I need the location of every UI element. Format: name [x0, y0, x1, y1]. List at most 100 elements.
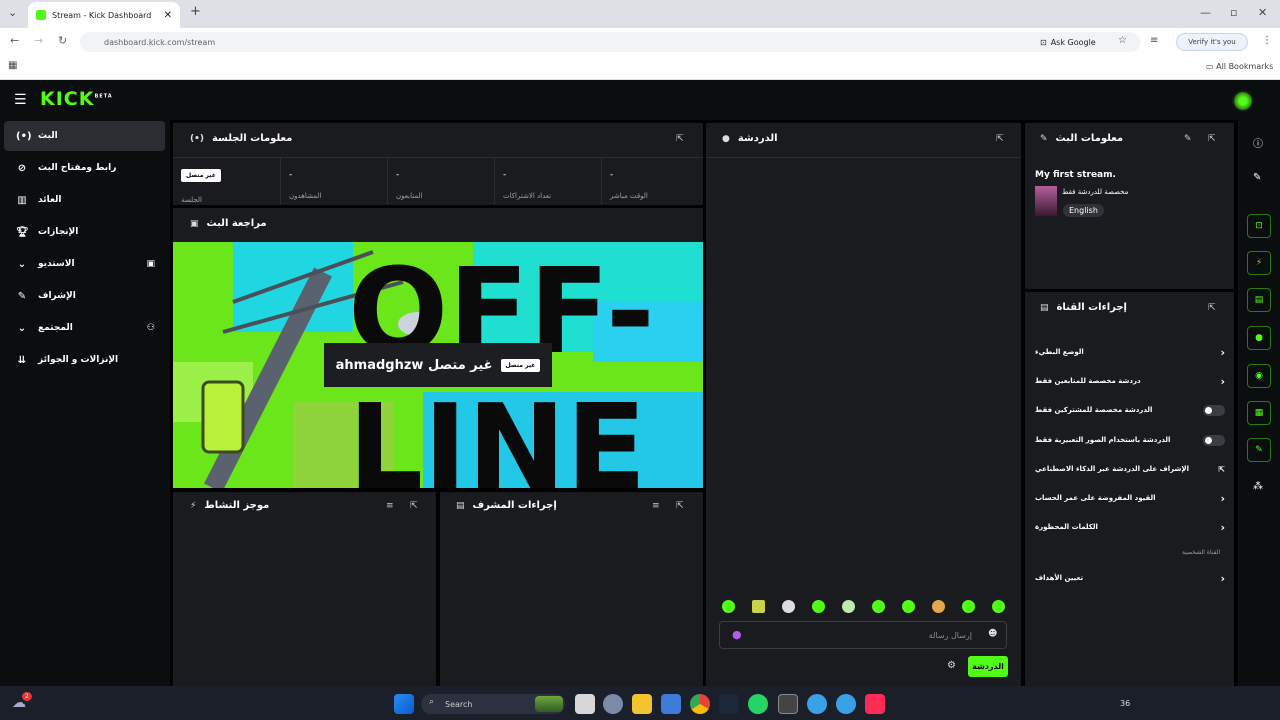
- tab-search-icon[interactable]: ⌄: [8, 6, 17, 19]
- sidebar-item-moderation[interactable]: ✎ الإشراف: [4, 281, 165, 311]
- sidebar-item-stream-key[interactable]: ⊘ رابط ومفتاح البث: [4, 153, 165, 183]
- back-icon[interactable]: ←: [10, 34, 19, 47]
- slow-mode-row[interactable]: الوضع البطيء ›: [1035, 343, 1225, 361]
- user-avatar[interactable]: [1232, 90, 1254, 112]
- emote-1[interactable]: [722, 600, 735, 613]
- emote-10[interactable]: [992, 600, 1005, 613]
- task-view-icon[interactable]: [575, 694, 595, 714]
- tiktok-icon[interactable]: [865, 694, 885, 714]
- verify-profile-button[interactable]: Verify it's you: [1176, 33, 1248, 51]
- emote-3[interactable]: [782, 600, 795, 613]
- mod-actions-title: ▤ إجراءات المشرف: [456, 500, 557, 511]
- banned-words-row[interactable]: الكلمات المحظورة ›: [1035, 518, 1225, 536]
- channel-actions-title: ▤ إجراءات القناة: [1040, 302, 1127, 313]
- close-tab-icon[interactable]: ✕: [164, 10, 172, 21]
- microphone-icon[interactable]: ●: [732, 628, 742, 641]
- apps-grid-icon[interactable]: ▦: [8, 60, 17, 71]
- store-icon[interactable]: [661, 694, 681, 714]
- search-highlight-image: [535, 696, 563, 712]
- status-badge: غير متصل: [181, 169, 221, 182]
- forward-icon[interactable]: →: [34, 34, 43, 47]
- file-explorer-icon[interactable]: [632, 694, 652, 714]
- chrome-icon[interactable]: [690, 694, 710, 714]
- lens-icon: ⊡: [1040, 37, 1047, 47]
- expand-icon[interactable]: ⇱: [410, 501, 418, 511]
- maximize-icon[interactable]: ▫: [1230, 6, 1237, 19]
- emote-2[interactable]: [752, 600, 765, 613]
- sidebar-item-studio[interactable]: ⌄ الاستديو ▣: [4, 249, 165, 279]
- notification-count: 2: [22, 692, 32, 701]
- chat-message-input[interactable]: إرسال رسالة: [719, 621, 1007, 649]
- expand-icon[interactable]: ⇱: [1208, 303, 1216, 313]
- language-tag: English: [1063, 204, 1104, 217]
- app-icon-blue-2[interactable]: [836, 694, 856, 714]
- activity-feed-panel: [173, 492, 436, 686]
- browser-tab[interactable]: Stream - Kick Dashboard ✕: [28, 2, 180, 28]
- settings-icon[interactable]: [603, 694, 623, 714]
- expand-icon[interactable]: ⇱: [676, 134, 684, 144]
- ai-moderation-row[interactable]: الإشراف على الدردشة عبر الذكاء الاصطناعي…: [1035, 460, 1225, 478]
- emotes-only-row: الدردشة باستخدام الصور التعبيرية فقط: [1035, 431, 1225, 449]
- rail-chat-icon[interactable]: ●: [1247, 326, 1271, 350]
- windows-start-icon[interactable]: [394, 694, 414, 714]
- all-bookmarks-link[interactable]: ▭ All Bookmarks: [1206, 62, 1273, 71]
- emotes-only-toggle[interactable]: [1203, 434, 1225, 446]
- emote-5[interactable]: [842, 600, 855, 613]
- filter-icon[interactable]: ≡: [386, 501, 394, 511]
- rail-broadcast-icon[interactable]: ◉: [1247, 364, 1271, 388]
- url-field[interactable]: dashboard.kick.com/stream: [80, 32, 1140, 52]
- new-tab-icon[interactable]: +: [190, 4, 201, 19]
- emote-9[interactable]: [962, 600, 975, 613]
- bookmark-star-icon[interactable]: ☆: [1118, 35, 1127, 46]
- rail-capture-icon[interactable]: ⊡: [1247, 214, 1271, 238]
- edit-icon[interactable]: ✎: [1253, 172, 1261, 183]
- followers-only-row[interactable]: دردشة مخصصة للمتابعين فقط ›: [1035, 372, 1225, 390]
- filter-icon[interactable]: ≡: [652, 501, 660, 511]
- rail-document-icon[interactable]: ▤: [1247, 288, 1271, 312]
- expand-icon[interactable]: ⇱: [676, 501, 684, 511]
- chat-send-button[interactable]: الدردشة: [968, 656, 1008, 677]
- chevron-right-icon: ›: [1220, 571, 1225, 585]
- app-icon-blue-1[interactable]: [807, 694, 827, 714]
- sidebar-item-community[interactable]: ⌄ المجتمع ⚇: [4, 313, 165, 343]
- live-time-stat: - الوقت مباشر: [601, 158, 708, 204]
- subscribers-only-toggle[interactable]: [1203, 404, 1225, 416]
- account-age-row[interactable]: القيود المفروضة على عمر الحساب ›: [1035, 489, 1225, 507]
- sidebar-item-stream[interactable]: (•) البث: [4, 121, 165, 151]
- reload-icon[interactable]: ↻: [58, 34, 67, 47]
- rail-channel-icon[interactable]: ▦: [1247, 401, 1271, 425]
- set-goals-row[interactable]: تعيين الأهداف ›: [1035, 569, 1225, 587]
- emote-6[interactable]: [872, 600, 885, 613]
- info-icon[interactable]: ⓘ: [1253, 135, 1263, 150]
- emote-4[interactable]: [812, 600, 825, 613]
- kick-logo[interactable]: KICKBETA: [40, 88, 113, 110]
- rail-wrench-icon[interactable]: ✎: [1247, 438, 1271, 462]
- document-icon: ▤: [456, 500, 465, 511]
- whatsapp-icon[interactable]: [748, 694, 768, 714]
- steam-icon[interactable]: [719, 694, 739, 714]
- add-widget-icon[interactable]: ⁂: [1253, 481, 1263, 492]
- browser-tab-strip: ⌄ Stream - Kick Dashboard ✕ + — ▫ ✕: [0, 0, 1280, 28]
- studio-icon: ▣: [146, 259, 155, 269]
- sidebar-item-drops[interactable]: ⇊ الإنزالات و الجوائز: [4, 345, 165, 375]
- rail-lightning-icon[interactable]: ⚡︎: [1247, 251, 1271, 275]
- minimize-icon[interactable]: —: [1200, 6, 1211, 19]
- sidebar-item-achievements[interactable]: 🏆︎ الإنجازات: [4, 217, 165, 247]
- hamburger-menu-icon[interactable]: ☰: [14, 92, 27, 108]
- ask-google-button[interactable]: ⊡ Ask Google: [1040, 35, 1096, 49]
- emote-8[interactable]: [932, 600, 945, 613]
- emote-7[interactable]: [902, 600, 915, 613]
- mod-actions-panel: [440, 492, 703, 686]
- obs-icon[interactable]: [778, 694, 798, 714]
- reading-list-icon[interactable]: ≡: [1150, 35, 1158, 46]
- personal-channel-label: القناة الشخصية: [1182, 549, 1221, 556]
- browser-menu-icon[interactable]: ⋮: [1262, 35, 1272, 46]
- close-window-icon[interactable]: ✕: [1258, 6, 1267, 19]
- expand-icon[interactable]: ⇱: [996, 134, 1004, 144]
- edit-pencil-icon[interactable]: ✎: [1184, 134, 1192, 144]
- offline-overlay: ahmadghzw غير متصل غير متصل: [324, 343, 552, 387]
- chat-settings-gear-icon[interactable]: ⚙: [947, 660, 956, 671]
- expand-icon[interactable]: ⇱: [1208, 134, 1216, 144]
- emoji-icon[interactable]: ☻: [988, 629, 997, 639]
- sidebar-item-revenue[interactable]: ▥ العائد: [4, 185, 165, 215]
